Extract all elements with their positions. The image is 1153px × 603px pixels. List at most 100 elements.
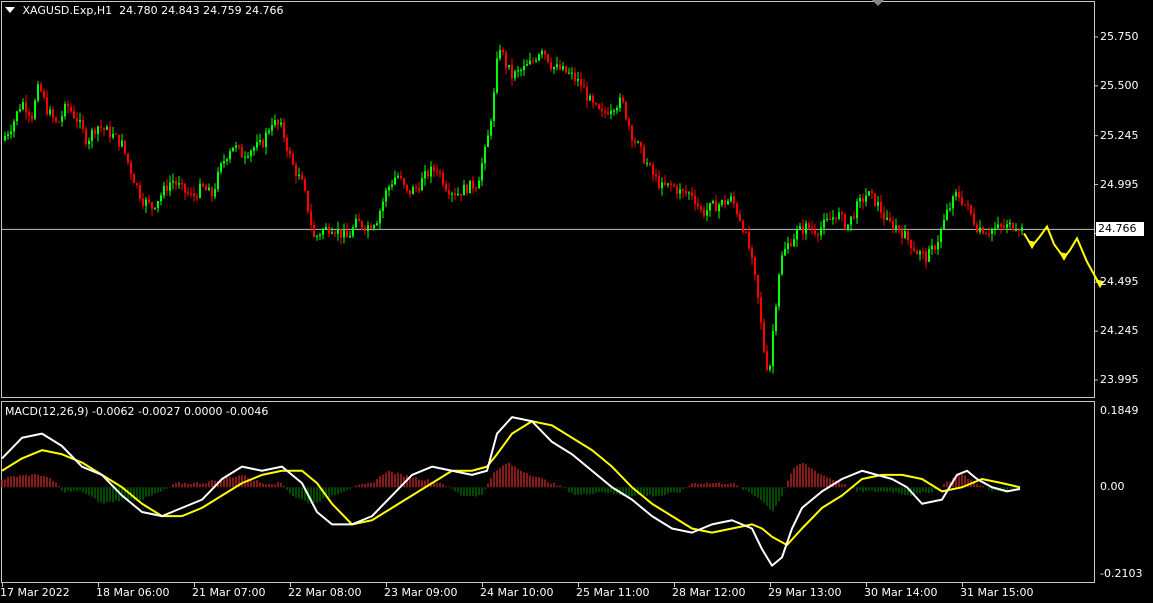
time-tick-label: 21 Mar 07:00 — [192, 586, 266, 599]
candle-bull — [838, 212, 840, 219]
candle-bear — [604, 111, 606, 113]
time-tick-label: 31 Mar 15:00 — [960, 586, 1034, 599]
candle-bull — [637, 142, 639, 144]
candle-bull — [451, 193, 453, 195]
candle-bear — [445, 184, 447, 191]
candle-bull — [832, 217, 834, 220]
candle-bull — [772, 331, 774, 366]
candle-bear — [124, 140, 126, 154]
candle-bull — [577, 78, 579, 81]
candle-bear — [844, 214, 846, 229]
candle-bull — [322, 229, 324, 235]
candle-bear — [118, 134, 120, 147]
candle-bull — [259, 140, 261, 142]
candle-bull — [91, 129, 93, 141]
candle-bull — [937, 242, 939, 250]
candle-bull — [805, 223, 807, 234]
candle-bull — [247, 156, 249, 158]
candle-bull — [823, 219, 825, 228]
candle-bear — [511, 64, 513, 79]
candle-bull — [391, 184, 393, 187]
candle-bear — [925, 251, 927, 262]
candle-bear — [139, 185, 141, 199]
candle-bull — [337, 229, 339, 234]
candle-bear — [640, 142, 642, 147]
candle-bull — [157, 201, 159, 208]
candle-bear — [196, 195, 198, 198]
candle-bull — [217, 171, 219, 190]
candle-bear — [922, 251, 924, 253]
candle-bear — [652, 164, 654, 176]
candle-bear — [433, 166, 435, 171]
candle-bull — [493, 92, 495, 121]
candle-bear — [148, 199, 150, 203]
candle-bear — [241, 146, 243, 158]
candle-bear — [907, 231, 909, 241]
candle-bull — [373, 225, 375, 229]
candle-bear — [313, 225, 315, 237]
candle-bull — [88, 140, 90, 145]
candle-bull — [826, 219, 828, 221]
candle-bull — [646, 163, 648, 165]
candle-bull — [97, 126, 99, 134]
candle-bear — [883, 212, 885, 220]
candle-bull — [22, 102, 24, 110]
candle-bear — [418, 188, 420, 191]
time-tick-label: 29 Mar 13:00 — [768, 586, 842, 599]
candle-bull — [355, 218, 357, 228]
candle-bull — [37, 84, 39, 101]
candle-bull — [781, 255, 783, 275]
candle-bull — [412, 187, 414, 195]
candle-bull — [949, 208, 951, 210]
candle-bear — [190, 193, 192, 195]
price-tick-label: 25.245 — [1100, 128, 1139, 142]
candle-bear — [595, 103, 597, 105]
candle-bull — [352, 227, 354, 236]
candle-bull — [718, 204, 720, 212]
candle-bull — [34, 100, 36, 119]
candle-bull — [571, 72, 573, 74]
candle-bear — [733, 196, 735, 204]
candle-bear — [736, 203, 738, 215]
candle-bear — [130, 162, 132, 175]
candle-bull — [940, 228, 942, 243]
candle-bear — [982, 227, 984, 234]
candle-bear — [55, 117, 57, 122]
candle-bull — [979, 227, 981, 233]
candle-bear — [970, 205, 972, 214]
candle-bear — [808, 223, 810, 228]
candle-bear — [892, 220, 894, 230]
candle-bull — [793, 239, 795, 247]
candle-bear — [136, 183, 138, 186]
candle-bull — [16, 111, 18, 122]
candle-bull — [79, 120, 81, 122]
candle-bull — [847, 224, 849, 229]
candle-bull — [946, 209, 948, 220]
candle-bear — [175, 181, 177, 185]
candle-bear — [802, 226, 804, 234]
candle-bear — [544, 50, 546, 55]
time-tick-label: 18 Mar 06:00 — [96, 586, 170, 599]
candle-bull — [4, 136, 6, 141]
candle-bear — [628, 119, 630, 126]
candle-bear — [238, 145, 240, 147]
candle-bear — [583, 86, 585, 88]
candle-bull — [1015, 230, 1017, 232]
candle-bull — [952, 196, 954, 209]
candle-bull — [463, 184, 465, 196]
candle-bull — [994, 227, 996, 230]
candle-bull — [526, 64, 528, 66]
candle-bull — [730, 196, 732, 201]
candle-bull — [421, 178, 423, 191]
candle-bull — [679, 189, 681, 194]
candle-bull — [319, 234, 321, 236]
candle-bull — [160, 195, 162, 202]
candle-bear — [964, 204, 966, 206]
candle-bear — [580, 78, 582, 87]
candle-bear — [550, 62, 552, 70]
candle-bear — [742, 220, 744, 232]
candle-bull — [19, 109, 21, 112]
chart-canvas — [1, 36, 1104, 567]
candle-bull — [943, 219, 945, 229]
candle-bear — [409, 190, 411, 195]
